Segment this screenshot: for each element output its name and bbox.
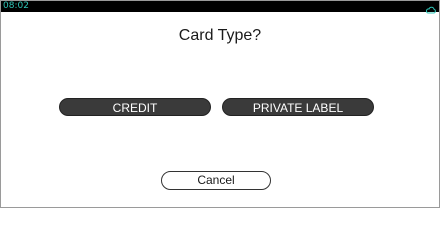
dialog-title: Card Type? [178, 27, 262, 44]
status-time: 08:02 [3, 1, 29, 11]
status-bar: 08:02 [1, 1, 439, 14]
card-type-screen: 08:02 Card Type? CREDIT PRIVATE LABEL Ca… [0, 0, 440, 208]
credit-button[interactable]: CREDIT [59, 98, 211, 116]
cancel-button[interactable]: Cancel [161, 171, 271, 190]
cloud-icon [426, 2, 436, 14]
private-label-button[interactable]: PRIVATE LABEL [222, 98, 374, 116]
